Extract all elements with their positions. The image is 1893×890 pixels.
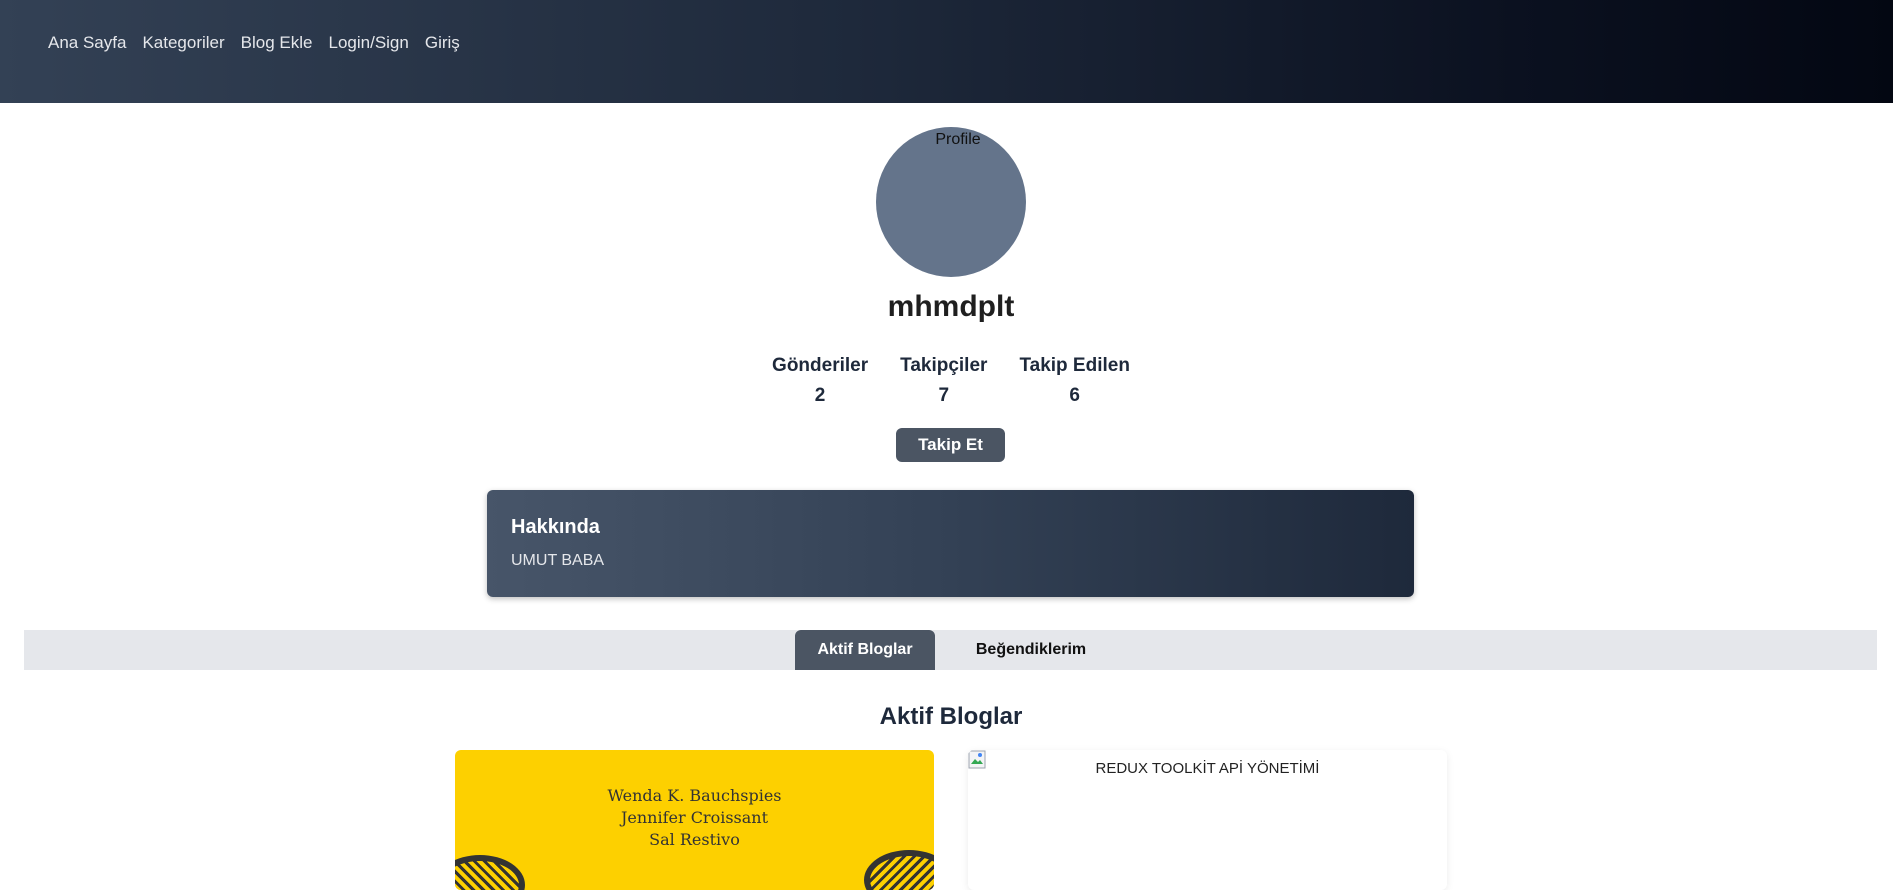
book-cover-author: Jennifer Croissant [620,808,769,827]
tab-liked[interactable]: Beğendiklerim [961,630,1101,670]
book-cover-author: Sal Restivo [649,830,740,849]
blog-card[interactable]: REDUX TOOLKİT APİ YÖNETİMİ [968,750,1447,890]
nav-link-home[interactable]: Ana Sayfa [48,33,126,53]
about-card: Hakkında UMUT BABA [487,490,1414,597]
about-title: Hakkında [511,516,600,538]
section-title: Aktif Bloglar [879,703,1023,730]
avatar-alt-text: Profile [935,131,981,148]
nav-link-login-sign[interactable]: Login/Sign [329,33,409,53]
top-navbar: Ana Sayfa Kategoriler Blog Ekle Login/Si… [0,0,1893,103]
book-cover-author: Wenda K. Bauchspies [607,786,782,805]
avatar: Profile [876,127,1026,277]
stat-posts-value: 2 [814,385,826,406]
tab-active-blogs[interactable]: Aktif Bloglar [795,630,935,670]
stat-posts: Gönderiler 2 [772,355,868,407]
book-cover-authors: Wenda K. Bauchspies Jennifer Croissant S… [455,785,934,851]
tabs-bar: Aktif Bloglar Beğendiklerim [24,630,1877,670]
blog-card[interactable]: Wenda K. Bauchspies Jennifer Croissant S… [455,750,934,890]
stat-following-label: Takip Edilen [1019,355,1130,376]
nav-link-add-blog[interactable]: Blog Ekle [241,33,313,53]
nav-links: Ana Sayfa Kategoriler Blog Ekle Login/Si… [48,33,460,53]
blog-image-alt-text: REDUX TOOLKİT APİ YÖNETİMİ [1095,760,1320,777]
stat-followers-value: 7 [938,385,950,406]
about-text: UMUT BABA [511,552,605,569]
stat-following-value: 6 [1069,385,1080,406]
stat-posts-label: Gönderiler [772,355,869,376]
follow-button[interactable]: Takip Et [896,428,1005,462]
nav-link-login[interactable]: Giriş [425,33,460,53]
stat-followers: Takipçiler 7 [900,355,987,407]
nav-link-categories[interactable]: Kategoriler [142,33,224,53]
profile-stats: Gönderiler 2 Takipçiler 7 Takip Edilen 6 [0,355,1893,407]
stat-followers-label: Takipçiler [900,355,988,376]
username: mhmdplt [887,290,1015,323]
book-cover-illustration [455,855,525,890]
stat-following: Takip Edilen 6 [1019,355,1130,407]
book-cover-illustration [864,850,934,890]
